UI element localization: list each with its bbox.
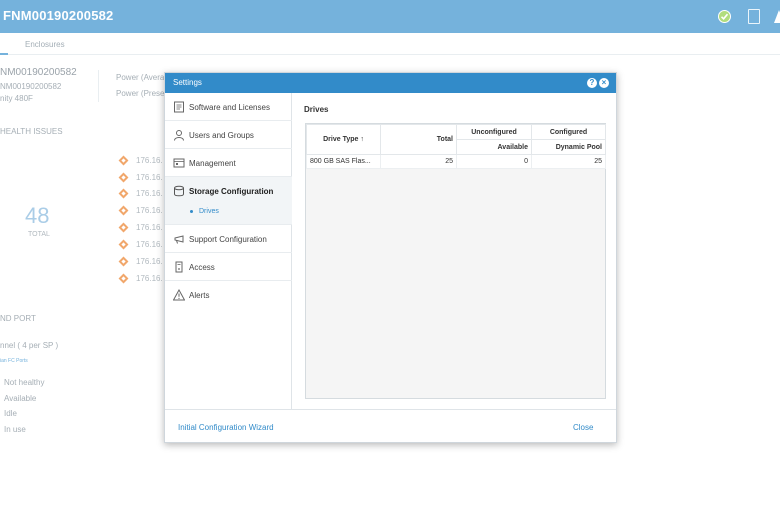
- nav-label: Software and Licenses: [189, 103, 270, 112]
- dialog-header: Settings ? ×: [165, 73, 616, 93]
- nav-access[interactable]: Access: [165, 253, 292, 281]
- bullet-icon: [190, 209, 193, 213]
- drives-grid: Drive Type ↑ Total Unconfigured Configure…: [305, 123, 606, 399]
- cell-dynamic-pool: 25: [531, 154, 606, 169]
- nav-software-licenses[interactable]: Software and Licenses: [165, 93, 292, 121]
- close-button[interactable]: Close: [573, 423, 593, 432]
- settings-dialog: Settings ? × Software and Licenses Users…: [164, 72, 617, 443]
- column-group-unconfigured: Unconfigured: [456, 124, 532, 140]
- nav-label: Access: [189, 263, 215, 272]
- nav-label: Alerts: [189, 291, 210, 300]
- cell-drive-type: 800 GB SAS Flas...: [306, 154, 381, 169]
- column-group-configured: Configured: [531, 124, 606, 140]
- initial-configuration-wizard-link[interactable]: Initial Configuration Wizard: [178, 423, 274, 432]
- dialog-title: Settings: [173, 78, 202, 87]
- storage-icon: [174, 185, 184, 197]
- support-icon: [174, 235, 184, 244]
- alert-icon: [173, 289, 185, 301]
- drives-table: Drive Type ↑ Total Unconfigured Configure…: [306, 124, 606, 169]
- nav-alerts[interactable]: Alerts: [165, 281, 292, 309]
- user-icon: [174, 130, 184, 141]
- nav-support-configuration[interactable]: Support Configuration: [165, 225, 292, 253]
- table-row[interactable]: 800 GB SAS Flas... 25 0 25: [306, 154, 606, 169]
- cell-total: 25: [380, 154, 457, 169]
- access-icon: [175, 261, 183, 273]
- nav-label: Support Configuration: [189, 235, 267, 244]
- nav-users-groups[interactable]: Users and Groups: [165, 121, 292, 149]
- cell-available: 0: [456, 154, 532, 169]
- nav-management[interactable]: Management: [165, 149, 292, 177]
- nav-label: Management: [189, 159, 236, 168]
- nav-label: Storage Configuration: [189, 187, 274, 196]
- settings-nav: Software and Licenses Users and Groups M…: [165, 93, 292, 409]
- column-header-total[interactable]: Total: [380, 124, 457, 155]
- settings-content: Drives Drive Type ↑ Total Unconfigured Co…: [293, 93, 616, 409]
- content-title: Drives: [304, 105, 329, 114]
- nav-storage-configuration[interactable]: Storage Configuration Drives: [165, 177, 292, 225]
- management-icon: [173, 158, 185, 168]
- nav-label: Users and Groups: [189, 131, 254, 140]
- license-icon: [174, 101, 184, 113]
- nav-sub-drives[interactable]: Drives: [189, 208, 219, 215]
- column-header-drive-type[interactable]: Drive Type ↑: [306, 124, 381, 155]
- help-icon[interactable]: ?: [587, 78, 597, 88]
- sort-ascending-icon: ↑: [360, 136, 364, 143]
- column-header-available[interactable]: Available: [456, 139, 532, 155]
- dialog-footer: Initial Configuration Wizard Close: [165, 409, 616, 442]
- column-header-dynamic-pool[interactable]: Dynamic Pool: [531, 139, 606, 155]
- close-icon[interactable]: ×: [599, 78, 609, 88]
